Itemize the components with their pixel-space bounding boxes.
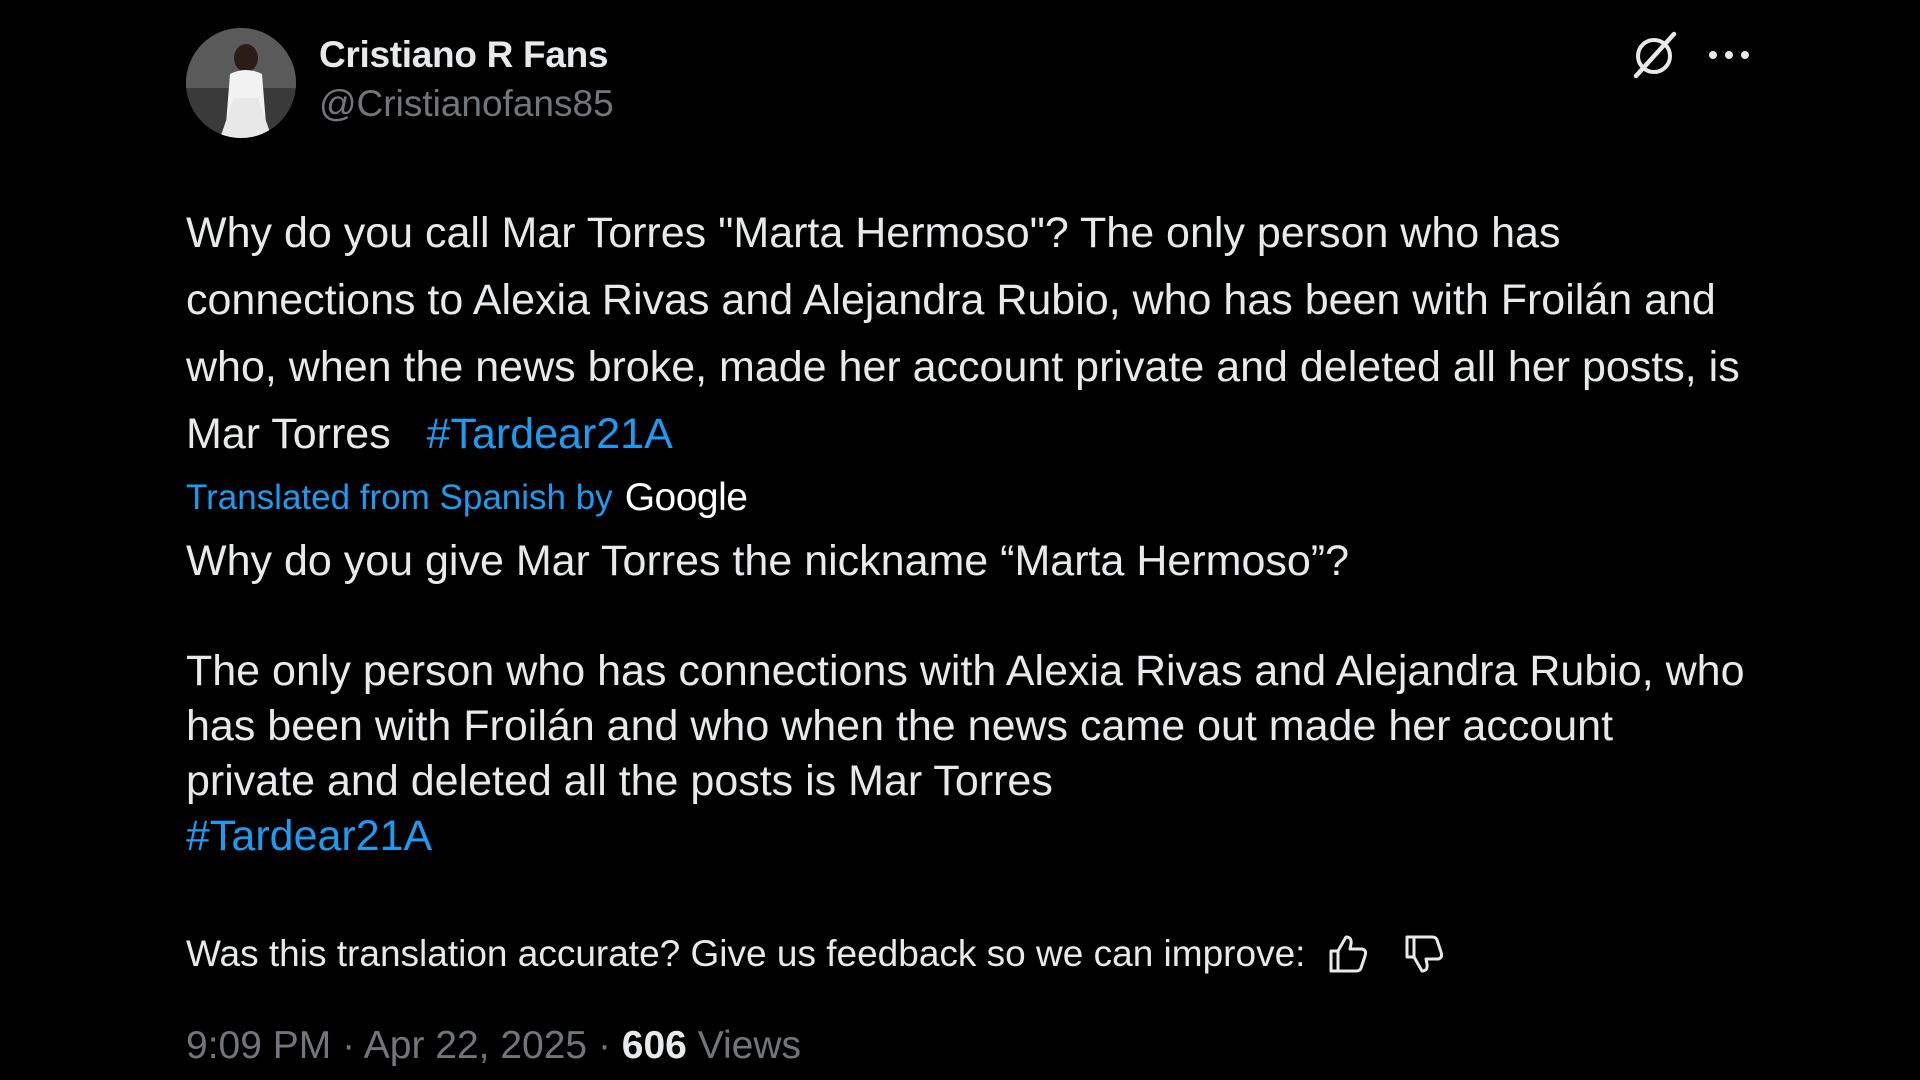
translated-from-link[interactable]: Translated from Spanish by — [186, 478, 613, 518]
post-date[interactable]: Apr 22, 2025 — [364, 1024, 587, 1067]
post-time[interactable]: 9:09 PM — [186, 1024, 331, 1067]
views-count: 606 — [621, 1024, 687, 1067]
more-icon[interactable] — [1701, 40, 1757, 70]
author-handle[interactable]: @Cristianofans85 — [319, 78, 614, 130]
thumbs-down-icon[interactable] — [1401, 931, 1447, 977]
avatar-image — [186, 28, 296, 138]
author-display-name[interactable]: Cristiano R Fans — [319, 32, 614, 78]
feedback-prompt: Was this translation accurate? Give us f… — [186, 933, 1306, 974]
post-meta: 9:09 PM · Apr 22, 2025 · 606 Views — [186, 1024, 1756, 1068]
post-header: Cristiano R Fans @Cristianofans85 — [186, 28, 1756, 138]
google-logo: Google — [624, 476, 748, 519]
post: Cristiano R Fans @Cristianofans85 Why do… — [186, 28, 1756, 1068]
grok-icon[interactable] — [1626, 28, 1682, 84]
original-hashtag-link[interactable]: #Tardear21A — [427, 410, 673, 458]
views-label: Views — [697, 1024, 802, 1067]
translation-paragraph-1: Why do you give Mar Torres the nickname … — [186, 537, 1350, 585]
meta-separator: · — [587, 1024, 622, 1067]
translation-paragraph-2: The only person who has connections with… — [186, 647, 1745, 805]
avatar[interactable] — [186, 28, 296, 138]
translation-feedback: Was this translation accurate? Give us f… — [186, 929, 1756, 979]
post-original-text: Why do you call Mar Torres "Marta Hermos… — [186, 200, 1746, 468]
translation-attribution: Translated from Spanish by Google — [186, 470, 1756, 526]
post-translation: Why do you give Mar Torres the nickname … — [186, 534, 1746, 864]
translation-hashtag-link[interactable]: #Tardear21A — [186, 812, 432, 860]
meta-separator: · — [331, 1024, 364, 1067]
thumbs-up-icon[interactable] — [1325, 931, 1371, 977]
author-names: Cristiano R Fans @Cristianofans85 — [319, 32, 614, 130]
